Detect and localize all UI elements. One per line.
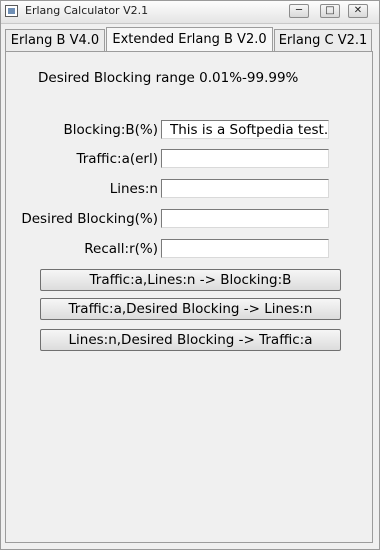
extended-erlang-b-panel: Desired Blocking range 0.01%-99.99% Bloc… [5,51,373,543]
desired-blocking-input[interactable] [161,209,329,228]
calc-lines-button[interactable]: Traffic:a,Desired Blocking -> Lines:n [40,298,341,320]
traffic-input[interactable] [161,149,329,168]
window-title: Erlang Calculator V2.1 [25,4,149,17]
traffic-label: Traffic:a(erl) [76,151,158,167]
calc-blocking-button[interactable]: Traffic:a,Lines:n -> Blocking:B [40,269,341,291]
recall-label: Recall:r(%) [84,241,158,257]
lines-input[interactable] [161,179,329,198]
close-button[interactable]: ✕ [348,4,368,18]
blocking-input[interactable] [161,120,329,139]
tab-erlang-b[interactable]: Erlang B V4.0 [5,29,105,51]
blocking-range-note: Desired Blocking range 0.01%-99.99% [38,70,299,86]
lines-label: Lines:n [109,181,158,197]
tab-strip: Erlang B V4.0 Extended Erlang B V2.0 Erl… [5,27,373,51]
tab-extended-erlang-b[interactable]: Extended Erlang B V2.0 [106,27,273,51]
recall-input[interactable] [161,239,329,258]
app-window: Erlang Calculator V2.1 ─ □ ✕ Erlang B V4… [0,0,380,550]
minimize-button[interactable]: ─ [289,4,309,18]
title-bar[interactable]: Erlang Calculator V2.1 ─ □ ✕ [1,1,379,24]
app-icon [5,5,18,17]
calc-traffic-button[interactable]: Lines:n,Desired Blocking -> Traffic:a [40,329,341,351]
tab-erlang-c[interactable]: Erlang C V2.1 [274,29,372,51]
desired-blocking-label: Desired Blocking(%) [21,211,158,227]
maximize-button[interactable]: □ [320,4,340,18]
blocking-label: Blocking:B(%) [63,122,158,138]
